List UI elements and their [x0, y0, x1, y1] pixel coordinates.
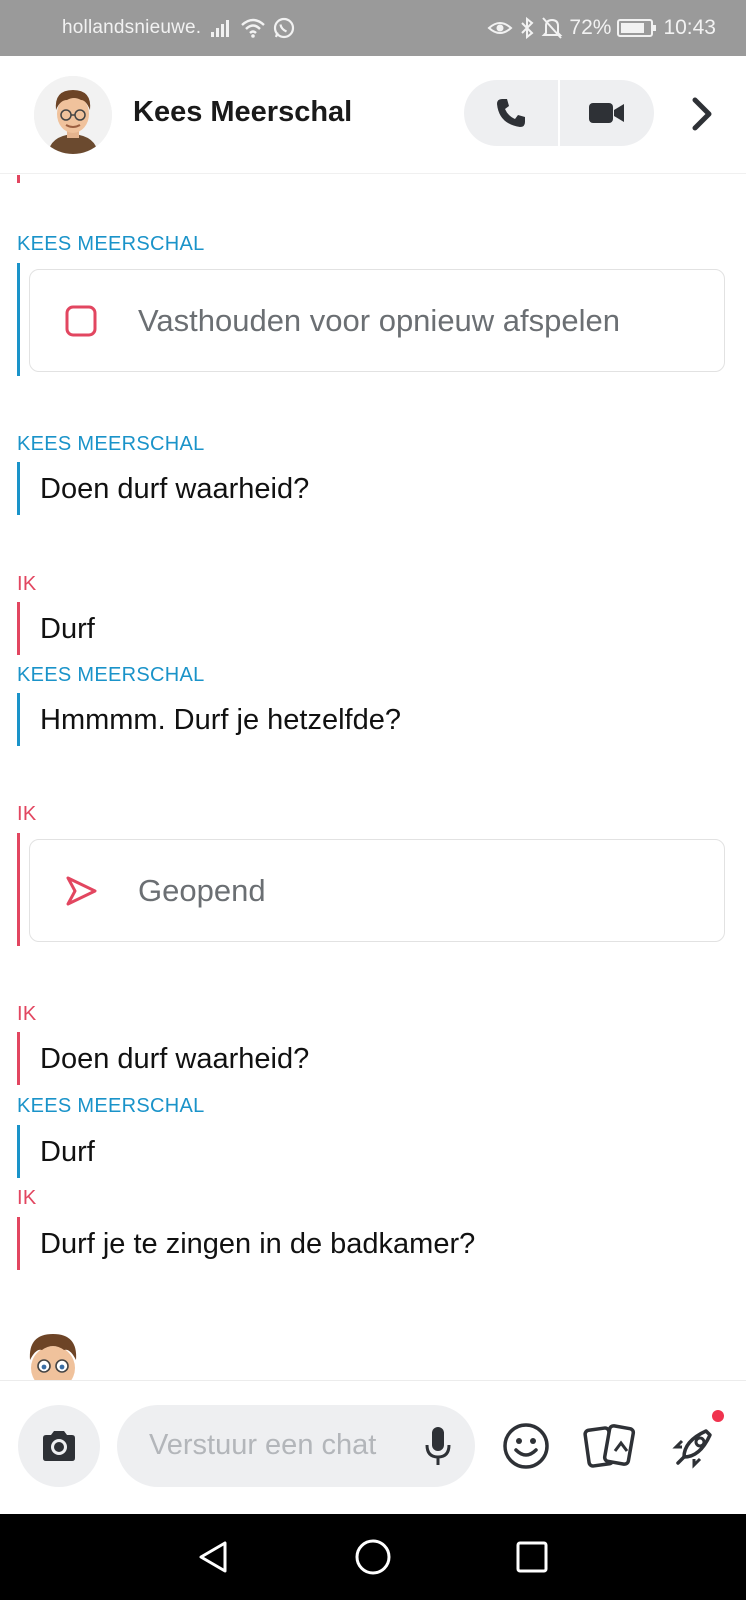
snap-status: Geopend — [138, 873, 266, 908]
message-text[interactable]: Doen durf waarheid? — [40, 473, 309, 506]
signal-icon — [211, 20, 229, 37]
message-sender: IK — [17, 1187, 37, 1209]
message-sender: KEES MEERSCHAL — [17, 233, 205, 255]
back-icon — [199, 1541, 227, 1573]
silent-bell-icon — [541, 17, 563, 39]
status-bar: hollandsnieuwe. 72% 10:43 — [0, 0, 746, 56]
stop-square-icon — [63, 303, 99, 339]
rocket-icon — [672, 1429, 712, 1469]
chat-input-placeholder: Verstuur een chat — [149, 1429, 377, 1461]
system-icons: 72% 10:43 — [487, 14, 716, 42]
voice-note-button[interactable] — [423, 1425, 453, 1472]
stickers-icon — [583, 1424, 636, 1468]
connectivity-icons — [210, 14, 296, 42]
call-buttons — [464, 80, 654, 146]
home-icon — [355, 1539, 391, 1575]
video-icon — [589, 103, 624, 123]
message-accent-bar — [17, 693, 20, 746]
whatsapp-icon — [273, 17, 295, 39]
clock: 10:43 — [663, 16, 716, 39]
camera-icon — [43, 1431, 75, 1461]
message-text[interactable]: Hmmmm. Durf je hetzelfde? — [40, 704, 401, 737]
chat-input-field[interactable]: Verstuur een chat — [117, 1405, 475, 1487]
message-sender: IK — [17, 803, 37, 825]
message-sender: KEES MEERSCHAL — [17, 433, 205, 455]
contact-presence-avatar — [20, 1330, 86, 1380]
message-sender: KEES MEERSCHAL — [17, 664, 205, 686]
battery-percentage: 72% — [569, 16, 612, 39]
carrier-name: hollandsnieuwe. — [62, 17, 202, 38]
chat-input-bar: Verstuur een chat — [0, 1380, 746, 1514]
message-accent-bar — [17, 833, 20, 946]
system-nav-bar — [0, 1514, 746, 1600]
message-accent-bar — [17, 1125, 20, 1178]
app-screen: hollandsnieuwe. 72% 10:43 Kees Meerschal… — [0, 0, 746, 1600]
message-sender: IK — [17, 1003, 37, 1025]
message-text[interactable]: Durf — [40, 613, 95, 646]
microphone-icon — [425, 1427, 451, 1465]
nav-home-button[interactable] — [349, 1533, 397, 1581]
message-text[interactable]: Doen durf waarheid? — [40, 1043, 309, 1076]
message-accent-bar — [17, 602, 20, 655]
message-accent-bar — [17, 1217, 20, 1270]
message-bar-remnant — [17, 175, 20, 183]
chevron-right-icon — [692, 97, 712, 131]
message-text[interactable]: Durf je te zingen in de badkamer? — [40, 1228, 475, 1261]
message-text[interactable]: Durf — [40, 1136, 95, 1169]
nav-recents-button[interactable] — [508, 1533, 556, 1581]
battery-icon — [617, 19, 657, 37]
camera-button[interactable] — [18, 1405, 100, 1487]
message-accent-bar — [17, 1032, 20, 1085]
emoji-button[interactable] — [499, 1419, 553, 1473]
message-sender: KEES MEERSCHAL — [17, 1095, 205, 1117]
snap-card[interactable]: Geopend — [29, 839, 725, 942]
message-accent-bar — [17, 263, 20, 376]
bitmoji-avatar-icon — [34, 76, 112, 154]
open-profile-button[interactable] — [686, 92, 718, 136]
emoji-icon — [503, 1423, 549, 1469]
chat-header: Kees Meerschal — [0, 56, 746, 174]
message-list[interactable]: KEES MEERSCHAL Vasthouden voor opnieuw a… — [0, 175, 746, 1380]
bluetooth-icon — [521, 16, 534, 40]
stickers-button[interactable] — [583, 1419, 637, 1473]
snap-card[interactable]: Vasthouden voor opnieuw afspelen — [29, 269, 725, 372]
contact-name[interactable]: Kees Meerschal — [133, 96, 352, 129]
sent-arrow-icon — [63, 873, 99, 909]
eye-comfort-icon — [487, 22, 513, 34]
recents-icon — [516, 1541, 548, 1573]
message-accent-bar — [17, 462, 20, 515]
snap-status: Vasthouden voor opnieuw afspelen — [138, 303, 620, 338]
message-sender: IK — [17, 573, 37, 595]
phone-icon — [497, 99, 525, 127]
voice-call-button[interactable] — [464, 80, 558, 146]
notification-dot — [712, 1410, 724, 1422]
bitmoji-peek-icon — [29, 1334, 77, 1380]
wifi-icon — [241, 18, 265, 38]
avatar[interactable] — [34, 76, 112, 154]
games-button[interactable] — [668, 1419, 722, 1473]
video-call-button[interactable] — [560, 80, 654, 146]
nav-back-button[interactable] — [189, 1533, 237, 1581]
